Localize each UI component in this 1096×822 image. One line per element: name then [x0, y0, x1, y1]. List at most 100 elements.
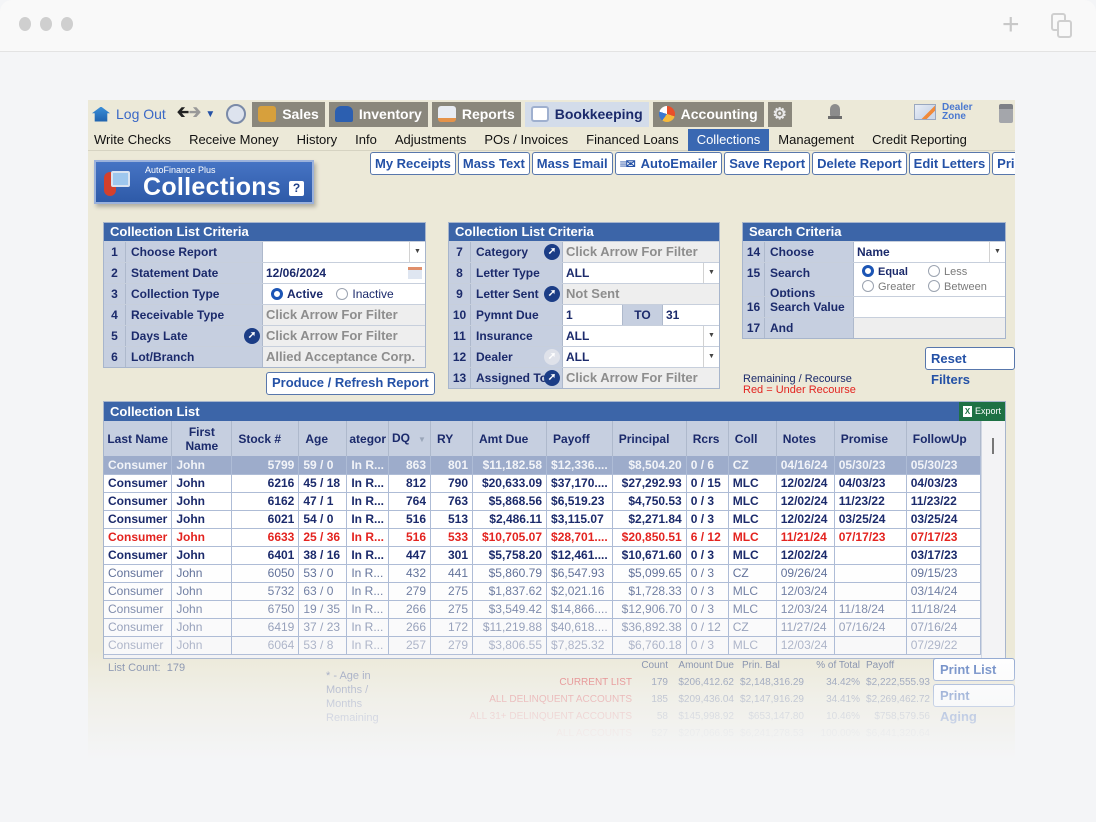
table-row[interactable]: Consumer John 6064 53 / 8 In R... 257 279 $3,80… [104, 636, 981, 655]
chevron-down-icon[interactable]: ▼ [703, 326, 719, 346]
col-amt-due[interactable]: Amt Due [472, 421, 548, 456]
reset-filters-button[interactable]: Reset Filters [925, 347, 1015, 387]
back-arrow-icon[interactable]: 🡰 [177, 104, 189, 121]
chevron-down-icon[interactable]: ▼ [409, 242, 425, 262]
greater-radio[interactable]: Greater [862, 280, 928, 295]
my-receipts-button[interactable]: My Receipts [370, 152, 456, 175]
search-value-input[interactable] [854, 297, 1005, 317]
days-late-filter[interactable]: Click Arrow For Filter [263, 326, 425, 346]
delete-report-button[interactable]: Delete Report [812, 152, 907, 175]
filter-arrow-icon[interactable]: ➚ [544, 370, 560, 386]
settings-button[interactable]: ⚙ [767, 101, 792, 127]
window-close-dot[interactable] [19, 17, 31, 31]
receivable-type-filter[interactable]: Click Arrow For Filter [263, 305, 425, 325]
subnav-pos-invoices[interactable]: POs / Invoices [475, 129, 577, 151]
letter-type-select[interactable]: ALL ▼ [563, 263, 719, 283]
table-scrollbar[interactable] [981, 421, 1005, 658]
copy-icon[interactable] [1051, 13, 1073, 39]
dealer-select[interactable]: ALL ▼ [563, 347, 719, 367]
col-age[interactable]: Age [298, 421, 348, 456]
subnav-management[interactable]: Management [769, 129, 863, 151]
table-row[interactable]: Consumer John 6162 47 / 1 In R... 764 763 $5,86… [104, 492, 981, 511]
print-aging-button[interactable]: Print Aging [933, 684, 1015, 724]
tab-accounting[interactable]: Accounting [652, 101, 764, 127]
subnav-collections[interactable]: Collections [687, 128, 770, 151]
chevron-down-icon[interactable]: ▼ [989, 242, 1005, 262]
chevron-down-icon[interactable]: ▼ [703, 263, 719, 283]
help-icon[interactable]: ? [289, 181, 304, 196]
plus-icon[interactable]: + [1002, 10, 1020, 40]
between-radio[interactable]: Between [928, 280, 987, 293]
assigned-to-filter[interactable]: Click Arrow For Filter [563, 368, 719, 388]
col-category[interactable]: ategor [346, 421, 390, 456]
filter-arrow-icon[interactable]: ➚ [544, 286, 560, 302]
subnav-adjustments[interactable]: Adjustments [386, 129, 476, 151]
col-first-name[interactable]: First Name [171, 421, 233, 456]
history-dropdown-icon[interactable]: ▼ [205, 109, 215, 120]
col-stock[interactable]: Stock # [231, 421, 300, 456]
tab-reports[interactable]: Reports [431, 101, 521, 127]
subnav-write-checks[interactable]: Write Checks [88, 129, 180, 151]
window-minimize-dot[interactable] [40, 17, 52, 31]
due-day-to-input[interactable]: 31 [663, 305, 719, 325]
calculator-icon[interactable] [999, 104, 1013, 123]
edit-letters-button[interactable]: Edit Letters [908, 152, 991, 175]
subnav-info[interactable]: Info [346, 129, 386, 151]
tab-bookkeeping[interactable]: Bookkeeping [524, 101, 649, 127]
autoemailer-button[interactable]: ≡✉ AutoEmailer [614, 152, 723, 175]
col-last-name[interactable]: Last Name [104, 421, 173, 456]
col-notes[interactable]: Notes [776, 421, 835, 456]
table-row[interactable]: Consumer John 6750 19 / 35 In R... 266 275 $3,5… [104, 600, 981, 619]
lot-branch-field[interactable]: Allied Acceptance Corp. [263, 347, 425, 367]
insurance-select[interactable]: ALL ▼ [563, 326, 719, 346]
subnav-receive-money[interactable]: Receive Money [180, 129, 288, 151]
table-row[interactable]: Consumer John 6050 53 / 0 In R... 432 441 $5,86… [104, 564, 981, 583]
col-coll[interactable]: Coll [728, 421, 777, 456]
category-filter[interactable]: Click Arrow For Filter [563, 242, 719, 262]
filter-arrow-icon[interactable]: ➚ [544, 244, 560, 260]
scroll-thumb[interactable] [992, 438, 994, 454]
print-button[interactable]: Print [992, 152, 1015, 175]
bell-icon[interactable] [828, 104, 842, 122]
statement-date-input[interactable]: 12/06/2024 [263, 263, 425, 283]
subnav-credit-reporting[interactable]: Credit Reporting [863, 129, 976, 151]
col-payoff[interactable]: Payoff [546, 421, 613, 456]
tab-sales[interactable]: Sales [252, 101, 325, 127]
table-row[interactable]: Consumer John 6401 38 / 16 In R... 447 301 $5,7… [104, 546, 981, 565]
save-report-button[interactable]: Save Report [724, 152, 811, 175]
support-agent-icon[interactable] [226, 104, 247, 124]
window-maximize-dot[interactable] [61, 17, 73, 31]
subnav-history[interactable]: History [288, 129, 346, 151]
active-radio[interactable]: Active [271, 287, 323, 301]
table-row[interactable]: Consumer John 6633 25 / 36 In R... 516 533 $10,… [104, 528, 981, 547]
col-rcrs[interactable]: Rcrs [686, 421, 729, 456]
equal-radio[interactable]: Equal [862, 265, 928, 280]
letter-sent-filter[interactable]: Not Sent [563, 284, 719, 304]
col-dq[interactable]: DQ ▼ [388, 421, 432, 456]
print-list-button[interactable]: Print List [933, 658, 1015, 681]
calendar-icon[interactable] [408, 267, 422, 279]
table-row[interactable]: Consumer John 6419 37 / 23 In R... 266 172 $11,… [104, 618, 981, 637]
choose-report-select[interactable]: ▼ [263, 242, 425, 262]
col-promise[interactable]: Promise [834, 421, 907, 456]
subnav-financed-loans[interactable]: Financed Loans [577, 129, 688, 151]
chevron-down-icon[interactable]: ▼ [703, 347, 719, 367]
logout-link[interactable]: Log Out [88, 102, 172, 127]
produce-refresh-report-button[interactable]: Produce / Refresh Report [266, 372, 435, 395]
dealer-zone-link[interactable]: Dealer Zone [914, 103, 973, 122]
less-radio[interactable]: Less [928, 265, 967, 278]
col-principal[interactable]: Principal [612, 421, 687, 456]
mass-email-button[interactable]: Mass Email [531, 152, 613, 175]
col-followup[interactable]: FollowUp [906, 421, 981, 456]
table-row[interactable]: Consumer John 6216 45 / 18 In R... 812 790 $20,… [104, 474, 981, 493]
due-day-from-input[interactable]: 1 [563, 305, 623, 325]
inactive-radio[interactable]: Inactive [336, 287, 394, 301]
col-ry[interactable]: RY [430, 421, 474, 456]
export-button[interactable]: X Export [958, 402, 1005, 421]
tab-inventory[interactable]: Inventory [328, 101, 428, 127]
table-row[interactable]: Consumer John 5732 63 / 0 In R... 279 275 $1,83… [104, 582, 981, 601]
forward-arrow-icon[interactable]: 🡲 [189, 104, 201, 121]
and-value-input[interactable] [854, 318, 1005, 338]
filter-arrow-icon[interactable]: ➚ [244, 328, 260, 344]
choose-search-select[interactable]: Name ▼ [854, 242, 1005, 262]
